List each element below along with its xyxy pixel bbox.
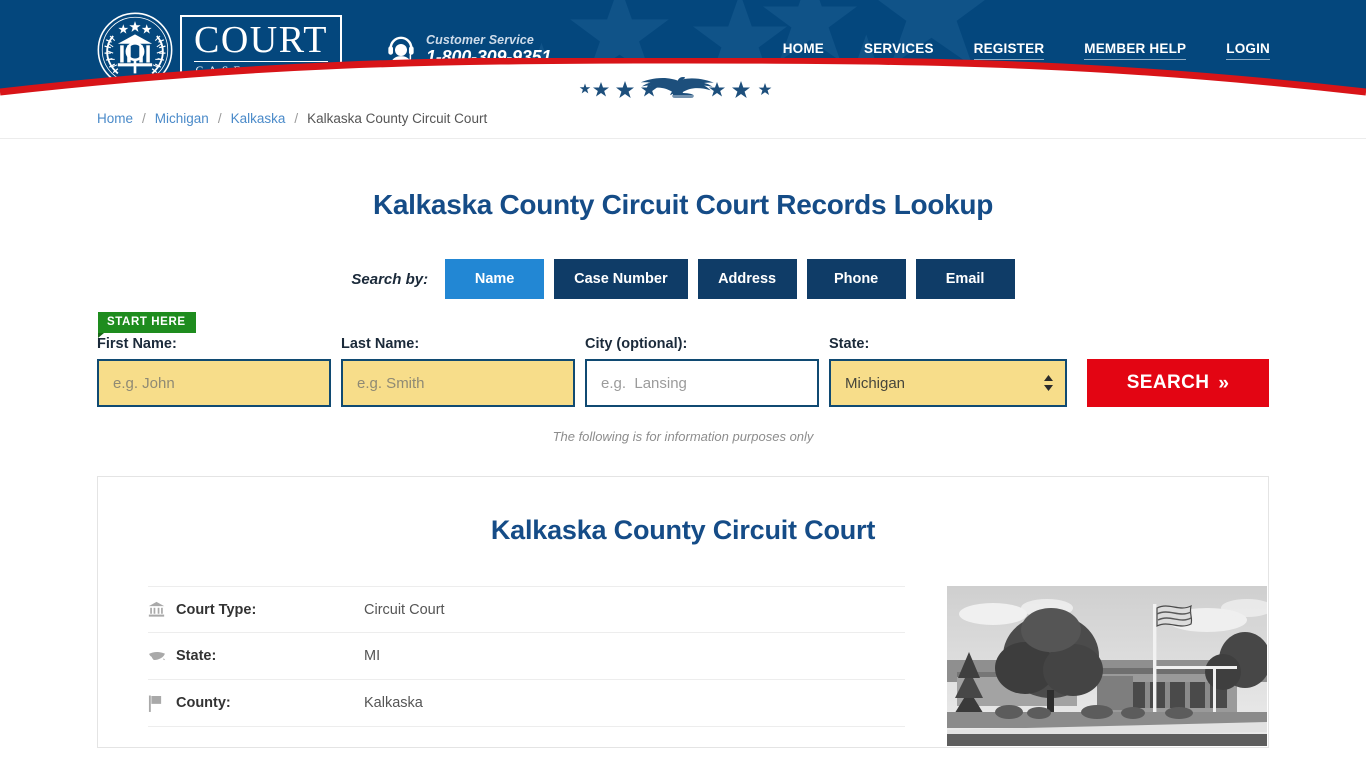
bank-institution-icon	[148, 601, 176, 618]
city-field-group: City (optional):	[585, 336, 819, 407]
page-title: Kalkaska County Circuit Court Records Lo…	[372, 189, 993, 220]
first-name-field-group: First Name:	[97, 336, 331, 407]
state-field-group: State: Michigan	[829, 336, 1067, 407]
breadcrumb-item-home[interactable]: Home	[97, 111, 133, 126]
nav-item-register[interactable]: REGISTER	[973, 41, 1045, 60]
search-button-label: SEARCH	[1126, 372, 1210, 393]
tab-phone[interactable]: Phone	[806, 259, 906, 299]
nav-item-home[interactable]: HOME	[782, 41, 825, 60]
tab-case-number[interactable]: Case Number	[554, 259, 688, 299]
table-row: Court Type: Circuit Court	[148, 586, 905, 633]
site-header: COURT CASE FINDER Customer Service 1-800…	[0, 0, 1366, 98]
courthouse-photo-column	[905, 586, 1267, 746]
logo-sub-text: CASE FINDER	[195, 65, 327, 78]
customer-service-phone[interactable]: 1-800-309-9351	[426, 47, 552, 67]
flag-icon	[148, 695, 176, 712]
primary-nav: HOME SERVICES REGISTER MEMBER HELP LOGIN	[782, 41, 1270, 60]
double-chevron-right-icon: »	[1218, 372, 1230, 394]
breadcrumb-bar: Home / Michigan / Kalkaska / Kalkaska Co…	[0, 98, 1366, 139]
courthouse-photo	[947, 586, 1267, 746]
breadcrumb-item-current: Kalkaska County Circuit Court	[307, 110, 488, 126]
customer-service-block[interactable]: Customer Service 1-800-309-9351	[386, 33, 552, 67]
last-name-label: Last Name:	[341, 336, 420, 352]
start-here-badge: START HERE	[98, 312, 196, 338]
city-input[interactable]	[585, 359, 819, 407]
city-label: City (optional):	[585, 336, 688, 352]
tab-address[interactable]: Address	[697, 259, 797, 299]
logo-main-text: COURT	[194, 19, 329, 63]
court-info-card: Kalkaska County Circuit Court Court Type…	[97, 476, 1269, 748]
breadcrumb-separator: /	[294, 110, 299, 126]
breadcrumb-item-michigan[interactable]: Michigan	[155, 111, 209, 126]
last-name-input[interactable]	[341, 359, 575, 407]
court-seal-icon	[97, 12, 173, 88]
detail-label: Court Type:	[176, 601, 257, 618]
courthouse-photo-image	[947, 586, 1267, 746]
last-name-field-group: Last Name:	[341, 336, 575, 407]
court-details-list: Court Type: Circuit Court State: MI Coun…	[148, 586, 905, 746]
search-by-label: Search by:	[351, 270, 429, 288]
tab-email[interactable]: Email	[915, 259, 1015, 299]
nav-item-member-help[interactable]: MEMBER HELP	[1084, 41, 1187, 60]
page-content: Kalkaska County Circuit Court Records Lo…	[0, 139, 1366, 748]
court-name-title: Kalkaska County Circuit Court	[490, 515, 876, 545]
detail-label: County:	[176, 695, 231, 711]
logo-text: COURT CASE FINDER	[180, 15, 343, 85]
state-select[interactable]: Michigan	[829, 359, 1067, 407]
detail-value: Kalkaska	[364, 695, 423, 711]
first-name-label: First Name:	[97, 336, 177, 352]
search-button[interactable]: SEARCH »	[1087, 359, 1269, 407]
first-name-input[interactable]	[97, 359, 331, 407]
detail-value: Circuit Court	[364, 601, 445, 618]
breadcrumb-item-kalkaska[interactable]: Kalkaska	[231, 111, 286, 126]
breadcrumb-separator: /	[217, 110, 222, 126]
disclaimer-text: The following is for information purpose…	[552, 429, 814, 444]
detail-value: MI	[364, 648, 381, 664]
nav-item-services[interactable]: SERVICES	[864, 41, 934, 60]
table-row: State: MI	[148, 633, 905, 680]
search-form: START HERE First Name: Last Name: City (…	[97, 299, 1269, 407]
nav-item-login[interactable]: LOGIN	[1226, 41, 1270, 60]
site-logo[interactable]: COURT CASE FINDER	[96, 10, 343, 90]
customer-service-label: Customer Service	[426, 33, 534, 47]
headset-agent-icon	[388, 36, 414, 67]
state-label: State:	[829, 336, 870, 352]
detail-label: State:	[176, 648, 217, 664]
us-map-icon	[148, 649, 176, 663]
search-by-tabs: Search by: Name Case Number Address Phon…	[0, 259, 1366, 299]
breadcrumb: Home / Michigan / Kalkaska / Kalkaska Co…	[97, 98, 487, 138]
breadcrumb-separator: /	[142, 110, 146, 126]
tab-name[interactable]: Name	[445, 259, 545, 299]
table-row: County: Kalkaska	[148, 680, 905, 727]
